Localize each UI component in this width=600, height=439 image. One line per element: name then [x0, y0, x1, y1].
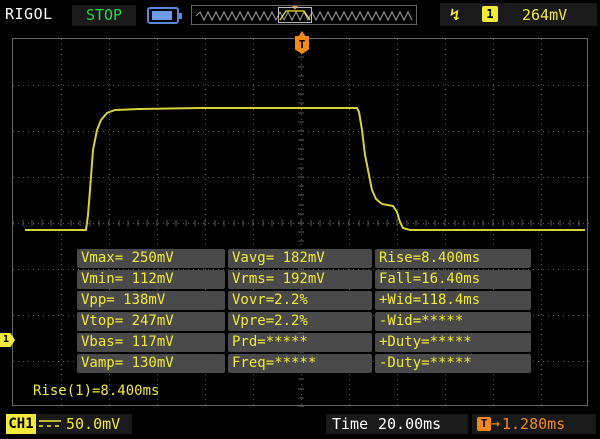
measurement-cell-a: Vamp= 130mV — [77, 354, 225, 373]
bottom-status-bar: CH1 50.0mV Time 20.00ms T → 1.280ms — [0, 410, 600, 439]
measurement-cell-b: Vavg= 182mV — [228, 249, 372, 268]
channel1-label: CH1 — [6, 414, 36, 434]
brand-logo: RIGOL — [5, 5, 53, 23]
measurement-cell-c: -Duty=***** — [375, 354, 531, 373]
measurement-row: Vamp= 130mV Freq=***** -Duty=***** — [77, 354, 535, 375]
measurement-row: Vbas= 117mV Prd=***** +Duty=***** — [77, 333, 535, 354]
measurement-cell-c: +Duty=***** — [375, 333, 531, 352]
measurement-cell-c: Fall=16.40ms — [375, 270, 531, 289]
measurement-table: Vmax= 250mV Vavg= 182mV Rise=8.400ms Vmin= … — [77, 249, 535, 375]
rise-time-readout: Rise(1)=8.400ms — [33, 383, 160, 399]
measurement-cell-c: -Wid=***** — [375, 312, 531, 331]
battery-icon — [147, 7, 182, 24]
arrow-right-icon: → — [491, 414, 501, 432]
channel1-vertical-scale: 50.0mV — [66, 415, 121, 433]
measurement-cell-b: Vrms= 192mV — [228, 270, 372, 289]
measurement-cell-b: Prd=***** — [228, 333, 372, 352]
timebase-setting[interactable]: Time 20.00ms — [326, 414, 468, 434]
status-bar: RIGOL STOP ↯ 1 264mV — [0, 0, 600, 30]
measurement-cell-a: Vmin= 112mV — [77, 270, 225, 289]
overview-window — [278, 7, 312, 23]
trigger-offset-icon: T — [477, 417, 491, 431]
trigger-level: 264mV — [522, 6, 568, 24]
time-base-value: 20.00ms — [378, 415, 442, 433]
measurement-row: Vpp= 138mV Vovr=2.2% +Wid=118.4ms — [77, 291, 535, 312]
measurement-cell-a: Vbas= 117mV — [77, 333, 225, 352]
measurement-cell-c: +Wid=118.4ms — [375, 291, 531, 310]
measurement-row: Vmin= 112mV Vrms= 192mV Fall=16.40ms — [77, 270, 535, 291]
measurement-cell-b: Freq=***** — [228, 354, 372, 373]
measurement-row: Vtop= 247mV Vpre=2.2% -Wid=***** — [77, 312, 535, 333]
time-label: Time — [332, 415, 369, 433]
trigger-status[interactable]: ↯ 1 264mV — [440, 3, 597, 26]
dc-coupling-icon — [39, 420, 61, 427]
channel1-settings[interactable]: CH1 50.0mV — [6, 414, 132, 434]
measurement-cell-a: Vmax= 250mV — [77, 249, 225, 268]
rising-edge-icon: ↯ — [450, 5, 460, 24]
measurement-cell-c: Rise=8.400ms — [375, 249, 531, 268]
measurement-cell-b: Vovr=2.2% — [228, 291, 372, 310]
waveform-overview[interactable] — [191, 5, 417, 25]
trigger-offset-setting[interactable]: T → 1.280ms — [472, 414, 596, 434]
trigger-offset-value: 1.280ms — [502, 415, 566, 433]
trigger-source-badge: 1 — [482, 6, 498, 22]
measurement-cell-a: Vpp= 138mV — [77, 291, 225, 310]
measurement-cell-b: Vpre=2.2% — [228, 312, 372, 331]
measurement-cell-a: Vtop= 247mV — [77, 312, 225, 331]
run-stop-status[interactable]: STOP — [72, 5, 136, 26]
measurement-row: Vmax= 250mV Vavg= 182mV Rise=8.400ms — [77, 249, 535, 270]
